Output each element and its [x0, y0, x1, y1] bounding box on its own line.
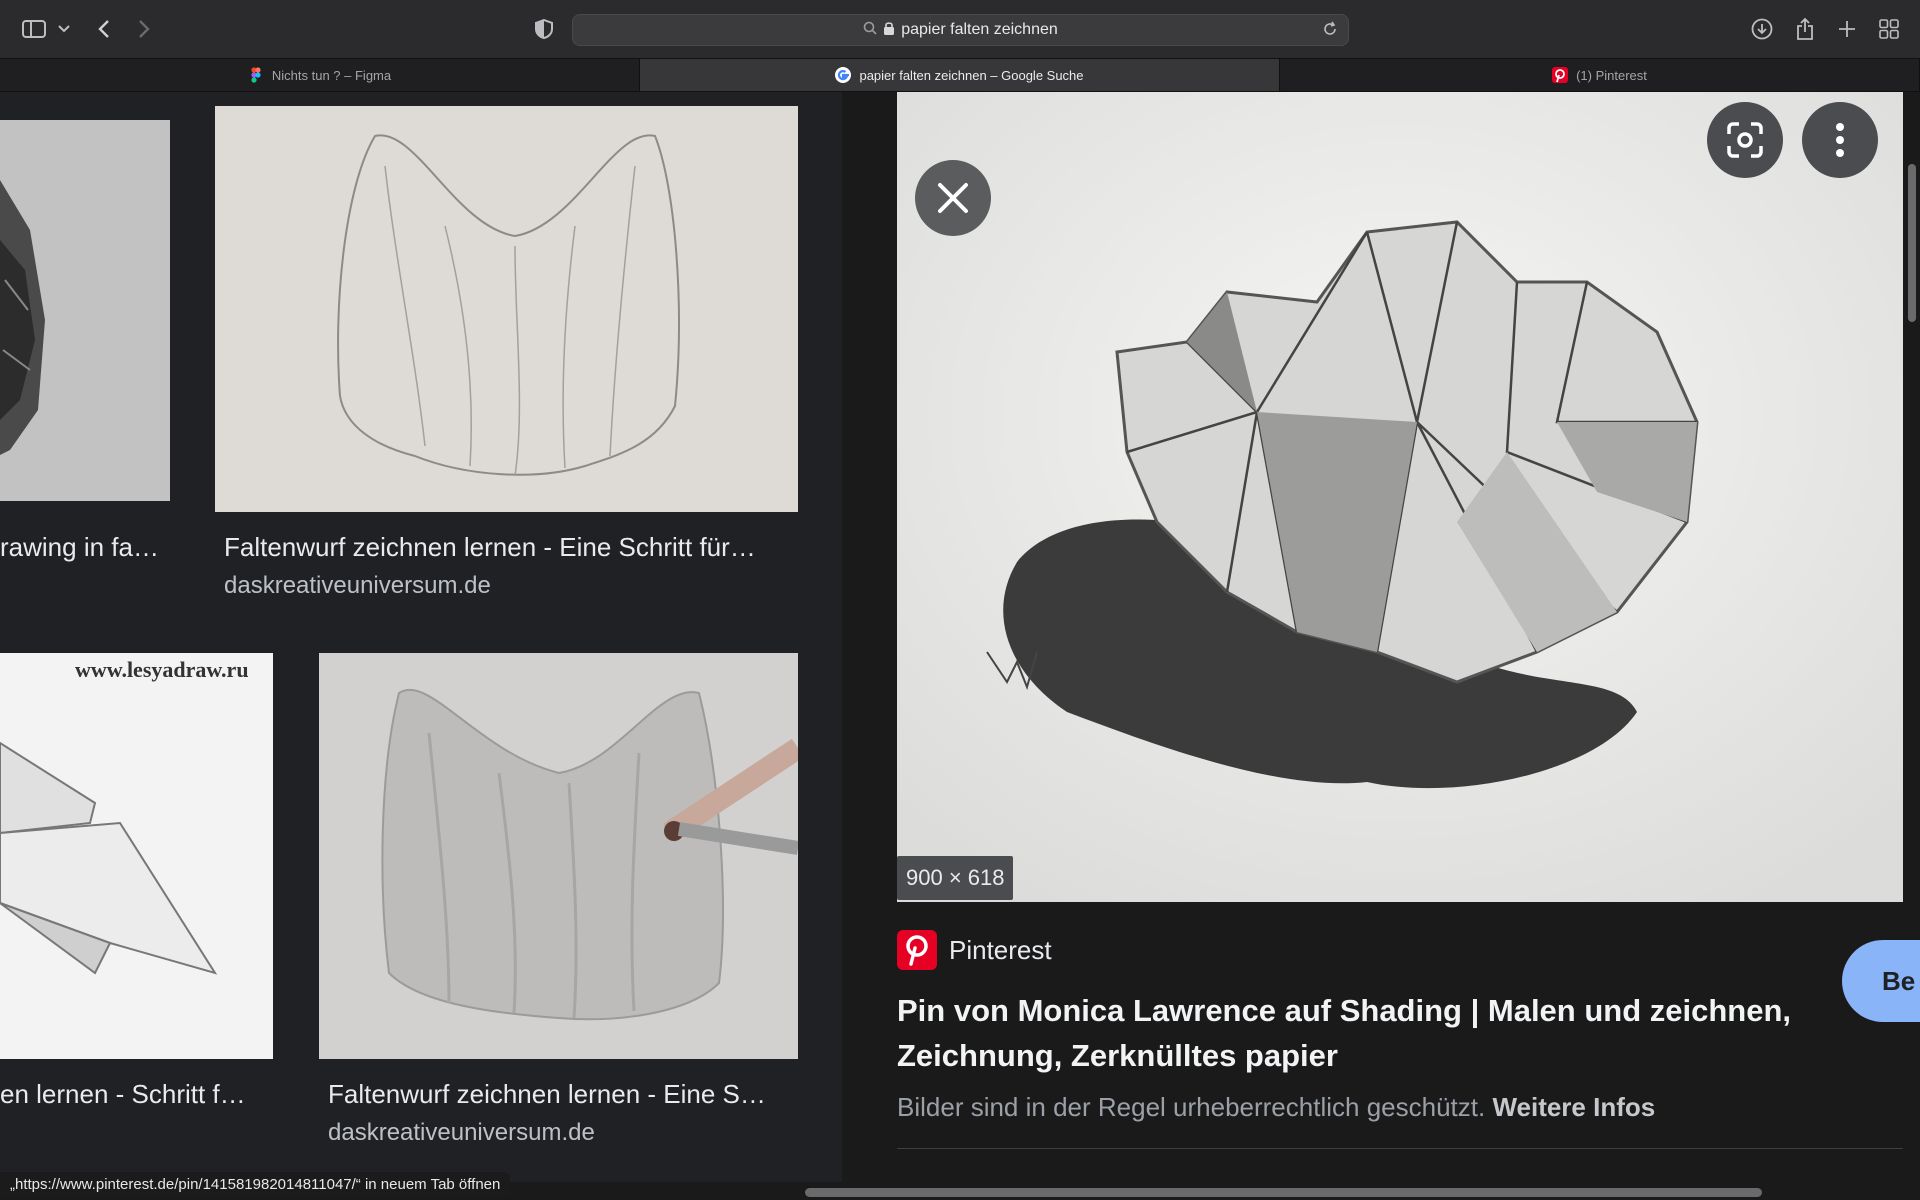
result-source[interactable]: daskreativeuniversum.de: [224, 572, 491, 600]
drapery-sketch-thumbnail: [215, 106, 798, 512]
image-preview-panel: 900 × 618 Pinterest Pin von Monica Lawre…: [897, 92, 1920, 1182]
more-options-button[interactable]: [1802, 102, 1878, 178]
result-title[interactable]: en lernen - Schritt f…: [0, 1079, 260, 1110]
address-bar[interactable]: papier falten zeichnen: [572, 14, 1349, 46]
visit-button[interactable]: Be: [1842, 940, 1920, 1022]
preview-image[interactable]: 900 × 618: [897, 92, 1903, 902]
result-title[interactable]: rawing in fa…: [0, 532, 170, 563]
horizontal-scrollbar[interactable]: [805, 1188, 1762, 1197]
paper-plane-thumbnail: [0, 653, 273, 1059]
privacy-shield-icon[interactable]: [532, 14, 556, 44]
more-vertical-icon: [1836, 123, 1844, 157]
preview-title-link[interactable]: Pin von Monica Lawrence auf Shading | Ma…: [897, 988, 1837, 1078]
chevron-down-icon[interactable]: [56, 14, 72, 44]
result-image-3[interactable]: www.lesyadraw.ru: [0, 653, 273, 1059]
drapery-pencil-thumbnail: [319, 653, 798, 1059]
reload-icon[interactable]: [1322, 21, 1338, 42]
download-icon[interactable]: [1749, 14, 1775, 44]
tab-bar: Nichts tun ? – Figma papier falten zeich…: [0, 58, 1920, 92]
back-icon[interactable]: [94, 14, 114, 44]
copyright-notice: Bilder sind in der Regel urheberrechtlic…: [897, 1092, 1655, 1123]
preview-source[interactable]: Pinterest: [897, 930, 1052, 970]
figma-icon: [248, 67, 264, 83]
sidebar-toggle-icon[interactable]: [20, 14, 48, 44]
tab-pinterest[interactable]: (1) Pinterest: [1280, 59, 1920, 91]
result-image-2[interactable]: [215, 106, 798, 512]
status-bar-link-hint: „https://www.pinterest.de/pin/1415819820…: [0, 1172, 511, 1196]
search-icon: [863, 21, 877, 40]
result-image-4[interactable]: [319, 653, 798, 1059]
more-info-link[interactable]: Weitere Infos: [1492, 1092, 1655, 1122]
share-icon[interactable]: [1792, 14, 1818, 44]
divider: [897, 1148, 1903, 1149]
copyright-text: Bilder sind in der Regel urheberrechtlic…: [897, 1092, 1486, 1122]
pinterest-logo-icon: [897, 930, 937, 970]
lens-search-button[interactable]: [1707, 102, 1783, 178]
source-name: Pinterest: [949, 934, 1052, 965]
pinterest-icon: [1552, 67, 1569, 83]
new-tab-icon[interactable]: [1834, 14, 1860, 44]
url-text: papier falten zeichnen: [901, 21, 1058, 38]
tab-figma[interactable]: Nichts tun ? – Figma: [0, 59, 640, 91]
result-title[interactable]: Faltenwurf zeichnen lernen - Eine Schrit…: [224, 532, 804, 563]
tab-label: (1) Pinterest: [1576, 67, 1647, 83]
tab-google-search[interactable]: papier falten zeichnen – Google Suche: [640, 59, 1280, 91]
crumpled-paper-drawing: [897, 92, 1903, 902]
google-icon: [835, 67, 852, 83]
result-source[interactable]: daskreativeuniversum.de: [328, 1119, 595, 1147]
close-preview-button[interactable]: [915, 160, 991, 236]
google-lens-icon: [1727, 122, 1763, 158]
image-results-grid: rawing in fa… Faltenwurf zeichnen lernen…: [0, 92, 842, 1182]
watermark-text: www.lesyadraw.ru: [75, 657, 249, 682]
close-icon: [938, 183, 968, 213]
crumpled-paper-thumbnail: [0, 120, 170, 501]
image-dimensions-badge: 900 × 618: [897, 856, 1014, 900]
page-content: rawing in fa… Faltenwurf zeichnen lernen…: [0, 92, 1920, 1182]
panel-gutter: [842, 92, 897, 1182]
tab-label: papier falten zeichnen – Google Suche: [859, 67, 1084, 83]
tab-overview-icon[interactable]: [1876, 14, 1902, 44]
tab-label: Nichts tun ? – Figma: [271, 67, 392, 83]
vertical-scrollbar[interactable]: [1908, 164, 1916, 322]
result-image-1[interactable]: [0, 120, 170, 501]
forward-icon[interactable]: [134, 14, 154, 44]
lock-icon: [883, 21, 895, 40]
result-title[interactable]: Faltenwurf zeichnen lernen - Eine S…: [328, 1079, 798, 1110]
browser-toolbar: papier falten zeichnen: [0, 0, 1920, 58]
